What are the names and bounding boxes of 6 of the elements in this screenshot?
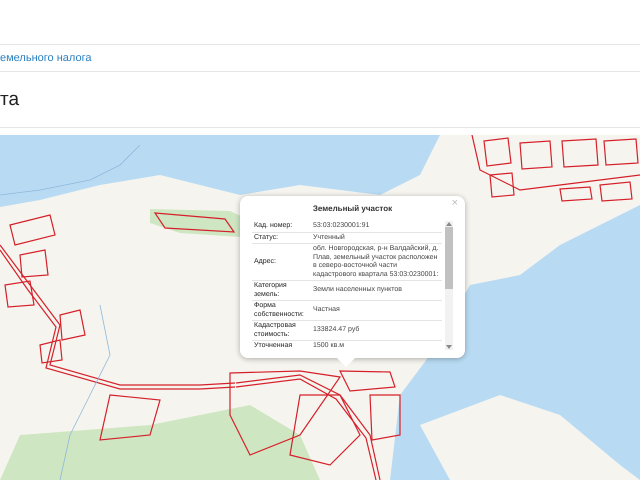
scroll-down-icon[interactable] — [445, 344, 453, 350]
scroll-thumb[interactable] — [445, 227, 453, 289]
scrollbar[interactable] — [445, 221, 453, 350]
popup-title: Земельный участок — [312, 204, 394, 213]
breadcrumb-link[interactable]: емельного налога — [0, 52, 92, 64]
section-heading: та — [0, 88, 20, 110]
